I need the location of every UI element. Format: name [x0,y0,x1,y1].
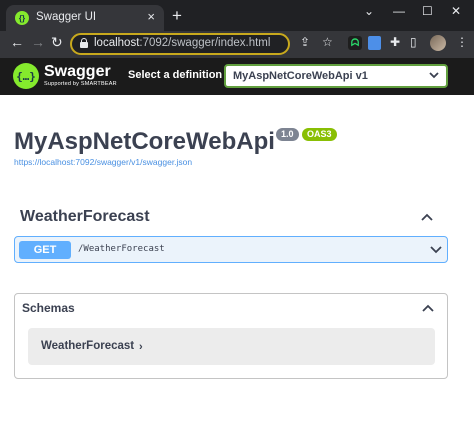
url-text: localhost:7092/swagger/index.html [94,37,271,49]
swagger-logo-text: Swagger [44,63,111,80]
minimize-button[interactable]: — [393,4,405,18]
new-tab-button[interactable]: + [172,6,182,26]
close-window-button[interactable]: ✕ [451,4,461,18]
tab-title: Swagger UI [36,11,97,23]
chevron-down-icon [429,72,439,79]
definition-label: Select a definition [128,69,223,81]
tab-close-icon[interactable]: × [147,9,155,24]
schema-model-name: WeatherForecast [41,340,135,352]
schema-model[interactable]: WeatherForecast › [28,328,435,365]
share-icon[interactable]: ⇪ [300,35,310,49]
extension-download-icon[interactable] [368,36,381,50]
lock-icon [80,38,88,49]
chevron-right-icon: › [139,341,143,353]
schemas-title[interactable]: Schemas [22,301,75,315]
tag-section-header[interactable]: WeatherForecast [14,203,448,231]
browser-menu-icon[interactable]: ⋮ [456,35,468,49]
reload-icon[interactable]: ↻ [51,34,63,51]
extensions-puzzle-icon[interactable]: ✚ [390,35,400,49]
definition-select[interactable]: MyAspNetCoreWebApi v1 [224,64,448,88]
tab-search-icon[interactable]: ⌄ [364,4,374,18]
tag-name: WeatherForecast [20,208,150,225]
swagger-favicon-icon: {} [15,11,29,25]
method-badge: GET [19,241,71,259]
browser-titlebar: {} Swagger UI × + ⌄ — ☐ ✕ [0,0,474,31]
browser-tab[interactable]: {} Swagger UI × [6,5,164,31]
spec-url-link[interactable]: https://localhost:7092/swagger/v1/swagge… [14,157,192,167]
chevron-down-icon[interactable] [429,243,443,257]
browser-toolbar: ← → ↻ localhost:7092/swagger/index.html … [0,31,474,58]
side-panel-icon[interactable]: ▯ [410,35,417,49]
swagger-topbar: {…} Swagger Supported by SMARTBEAR Selec… [0,58,474,95]
schemas-section: Schemas WeatherForecast › [14,293,448,379]
chevron-up-icon[interactable] [420,210,434,224]
swagger-logo-subtitle: Supported by SMARTBEAR [44,81,117,87]
profile-avatar[interactable] [430,35,446,51]
back-icon[interactable]: ← [10,34,24,50]
oas-badge: OAS3 [302,128,337,141]
forward-icon[interactable]: → [31,34,45,50]
api-title: MyAspNetCoreWebApi [14,128,275,155]
maximize-button[interactable]: ☐ [422,4,433,18]
swagger-logo-icon: {…} [13,63,39,89]
chevron-up-icon[interactable] [421,301,435,315]
operation-get[interactable]: GET /WeatherForecast [14,236,448,263]
operation-path: /WeatherForecast [78,244,165,254]
definition-select-value: MyAspNetCoreWebApi v1 [233,70,368,82]
bookmark-star-icon[interactable]: ☆ [322,35,333,49]
address-bar[interactable]: localhost:7092/swagger/index.html [70,33,290,55]
extension-icon[interactable]: ᗣ [348,36,362,50]
version-badge: 1.0 [276,128,299,141]
